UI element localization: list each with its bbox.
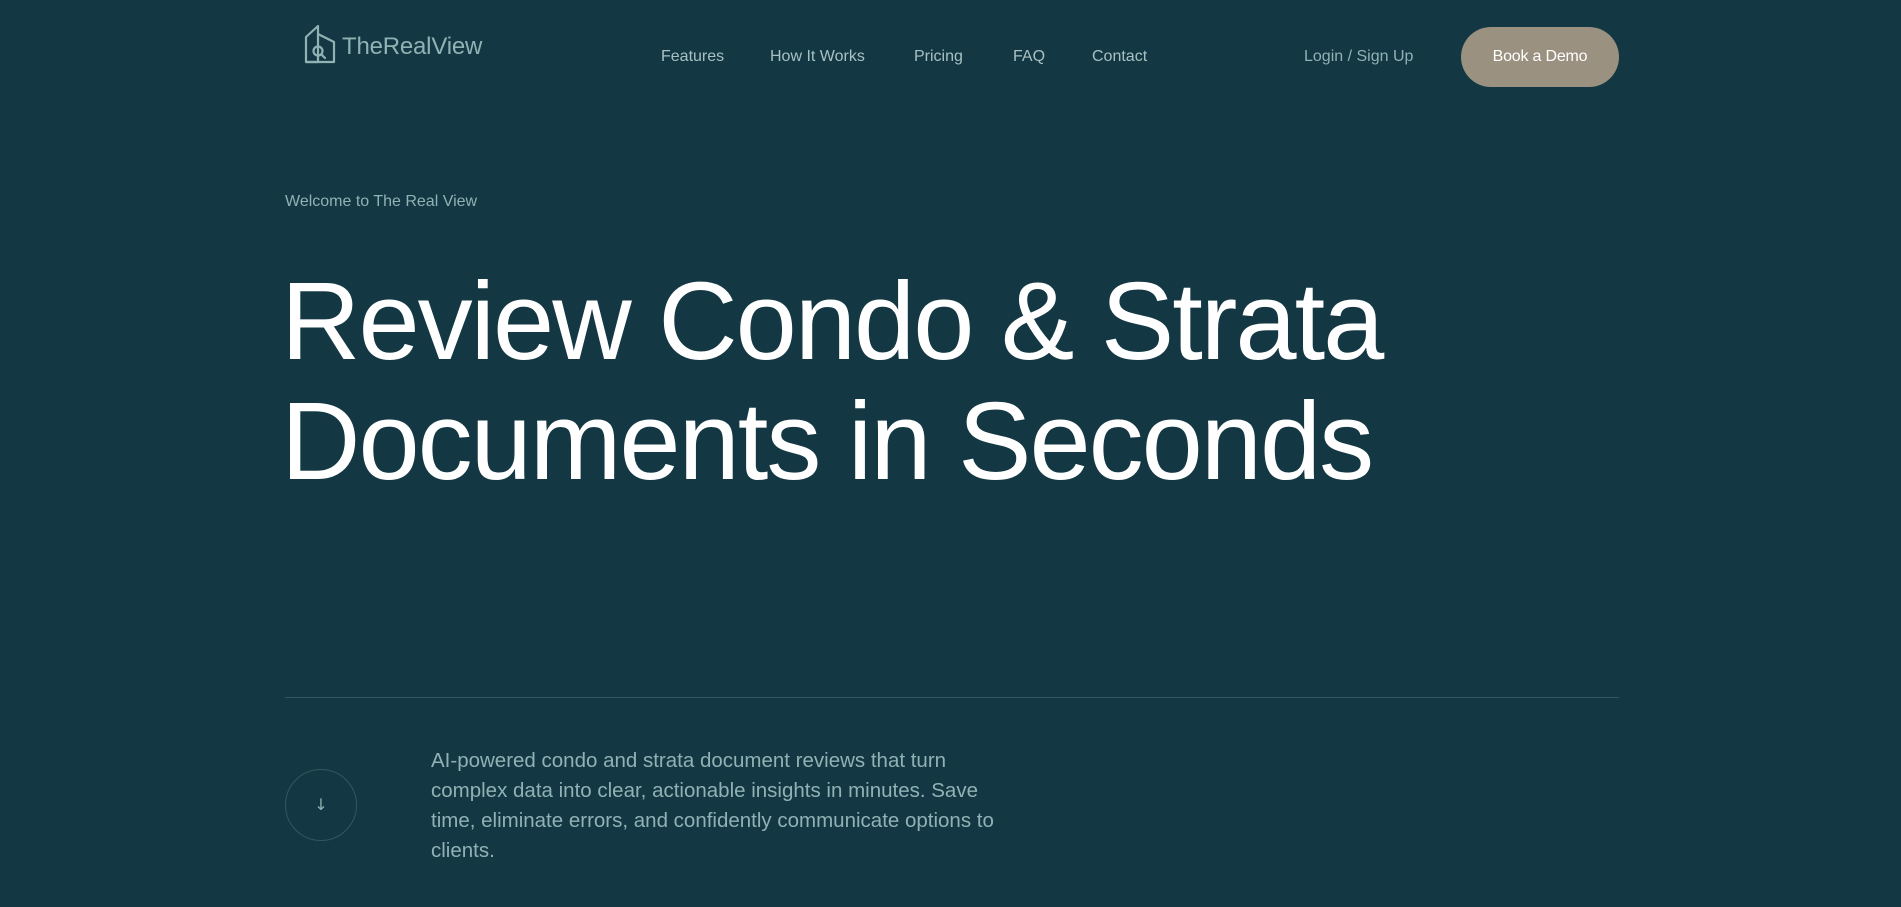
nav-faq[interactable]: FAQ bbox=[1013, 46, 1045, 68]
arrow-down-icon: ↓ bbox=[314, 795, 328, 814]
house-magnifier-icon bbox=[304, 24, 336, 64]
nav-features[interactable]: Features bbox=[661, 46, 724, 68]
hero-title: Review Condo & Strata Documents in Secon… bbox=[281, 262, 1581, 502]
site-header: TheRealView Features How It Works Pricin… bbox=[0, 0, 1901, 115]
logo-link[interactable]: TheRealView bbox=[303, 24, 482, 64]
nav-contact[interactable]: Contact bbox=[1092, 46, 1147, 68]
book-demo-button[interactable]: Book a Demo bbox=[1461, 27, 1619, 87]
logo-text: TheRealView bbox=[342, 33, 483, 60]
nav-how-it-works[interactable]: How It Works bbox=[770, 46, 865, 68]
scroll-down-button[interactable]: ↓ bbox=[285, 769, 357, 841]
hero-eyebrow: Welcome to The Real View bbox=[285, 193, 478, 210]
hero-description: AI-powered condo and strata document rev… bbox=[431, 749, 994, 862]
login-signup-link[interactable]: Login / Sign Up bbox=[1304, 46, 1413, 68]
section-divider bbox=[285, 697, 1619, 698]
hero-title-line-2: Documents in Seconds bbox=[281, 380, 1374, 503]
nav-pricing[interactable]: Pricing bbox=[914, 46, 963, 68]
hero-title-line-1: Review Condo & Strata bbox=[281, 260, 1384, 383]
